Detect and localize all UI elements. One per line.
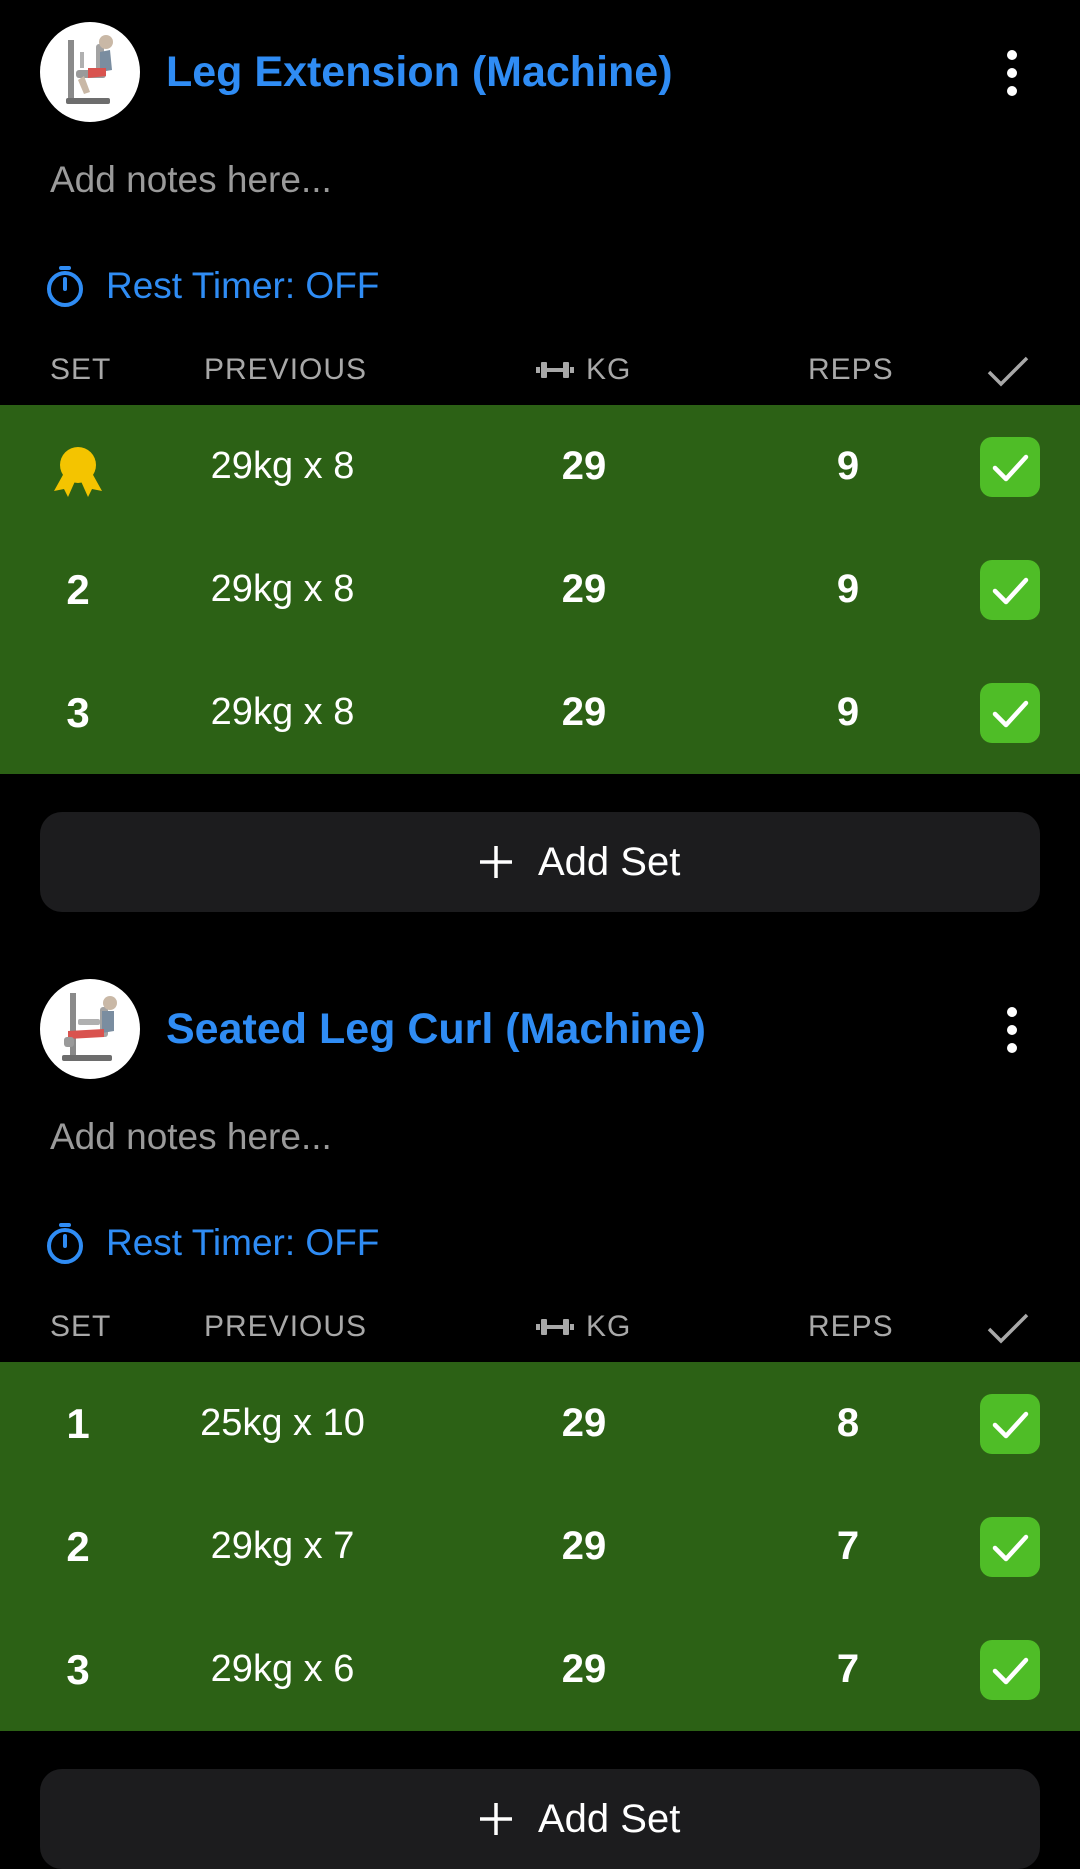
reps-input[interactable]: 7 (798, 1485, 898, 1608)
exercise-title[interactable]: Leg Extension (Machine) (166, 46, 673, 98)
check-icon (992, 1534, 1029, 1562)
seated-leg-curl-machine-icon[interactable] (40, 979, 140, 1079)
set-row: 1 25kg x 10 29 8 (0, 1362, 1080, 1485)
set-complete-checkbox[interactable] (980, 683, 1040, 743)
sets-table-header: SET PREVIOUS KG REPS (0, 348, 1080, 392)
previous-value[interactable]: 29kg x 8 (180, 405, 385, 528)
medal-icon (54, 447, 102, 497)
kg-input[interactable]: 29 (534, 528, 634, 651)
column-set: SET (50, 353, 112, 386)
leg-extension-machine-icon[interactable] (40, 22, 140, 122)
dumbbell-icon (536, 362, 574, 378)
check-icon (992, 454, 1029, 482)
set-number[interactable]: 2 (40, 1485, 116, 1608)
set-row: 2 29kg x 7 29 7 (0, 1485, 1080, 1608)
exercise-header: Leg Extension (Machine) (0, 22, 1080, 122)
add-set-button[interactable]: Add Set (40, 812, 1040, 912)
previous-value[interactable]: 29kg x 6 (180, 1608, 385, 1731)
set-row: 2 29kg x 8 29 9 (0, 528, 1080, 651)
set-row: 29kg x 8 29 9 (0, 405, 1080, 528)
set-complete-checkbox[interactable] (980, 1640, 1040, 1700)
rest-timer-label: Rest Timer: OFF (106, 265, 380, 306)
column-reps: REPS (808, 1310, 894, 1343)
reps-input[interactable]: 9 (798, 405, 898, 528)
reps-input[interactable]: 7 (798, 1608, 898, 1731)
column-previous: PREVIOUS (204, 1310, 368, 1343)
exercise-header: Seated Leg Curl (Machine) (0, 979, 1080, 1079)
check-icon (992, 1657, 1029, 1685)
set-number[interactable]: 1 (40, 1362, 116, 1485)
check-icon (992, 700, 1029, 728)
previous-value[interactable]: 29kg x 7 (180, 1485, 385, 1608)
set-complete-checkbox[interactable] (980, 1394, 1040, 1454)
previous-value[interactable]: 29kg x 8 (180, 651, 385, 774)
set-number[interactable]: 3 (40, 1608, 116, 1731)
column-set: SET (50, 1310, 112, 1343)
reps-input[interactable]: 9 (798, 651, 898, 774)
exercise-title[interactable]: Seated Leg Curl (Machine) (166, 1003, 706, 1055)
kg-input[interactable]: 29 (534, 651, 634, 774)
add-set-button[interactable]: Add Set (40, 1769, 1040, 1869)
stopwatch-icon (47, 1223, 83, 1264)
column-previous: PREVIOUS (204, 353, 368, 386)
check-icon (987, 356, 1029, 387)
set-complete-checkbox[interactable] (980, 560, 1040, 620)
sets-table-header: SET PREVIOUS KG REPS (0, 1305, 1080, 1349)
notes-input[interactable]: Add notes here... (50, 1113, 332, 1161)
sets-table: 1 25kg x 10 29 8 2 29kg x 7 29 7 3 29kg … (0, 1362, 1080, 1731)
more-options-icon[interactable] (990, 1005, 1034, 1055)
set-complete-checkbox[interactable] (980, 437, 1040, 497)
add-set-label: Add Set (538, 840, 681, 884)
set-number[interactable]: 3 (40, 651, 116, 774)
check-icon (992, 577, 1029, 605)
reps-input[interactable]: 9 (798, 528, 898, 651)
check-icon (987, 1313, 1029, 1344)
dumbbell-icon (536, 1319, 574, 1335)
plus-icon (480, 1803, 512, 1835)
set-number[interactable] (40, 405, 116, 528)
add-set-label: Add Set (538, 1797, 681, 1841)
notes-input[interactable]: Add notes here... (50, 156, 332, 204)
plus-icon (480, 846, 512, 878)
rest-timer-label: Rest Timer: OFF (106, 1222, 380, 1263)
more-options-icon[interactable] (990, 48, 1034, 98)
set-complete-checkbox[interactable] (980, 1517, 1040, 1577)
kg-input[interactable]: 29 (534, 1362, 634, 1485)
kg-input[interactable]: 29 (534, 1485, 634, 1608)
stopwatch-icon (47, 266, 83, 307)
kg-input[interactable]: 29 (534, 1608, 634, 1731)
previous-value[interactable]: 29kg x 8 (180, 528, 385, 651)
reps-input[interactable]: 8 (798, 1362, 898, 1485)
set-number[interactable]: 2 (40, 528, 116, 651)
sets-table: 29kg x 8 29 9 2 29kg x 8 29 9 3 29kg x 8… (0, 405, 1080, 774)
set-row: 3 29kg x 8 29 9 (0, 651, 1080, 774)
check-icon (992, 1411, 1029, 1439)
kg-input[interactable]: 29 (534, 405, 634, 528)
column-reps: REPS (808, 353, 894, 386)
previous-value[interactable]: 25kg x 10 (180, 1362, 385, 1485)
set-row: 3 29kg x 6 29 7 (0, 1608, 1080, 1731)
